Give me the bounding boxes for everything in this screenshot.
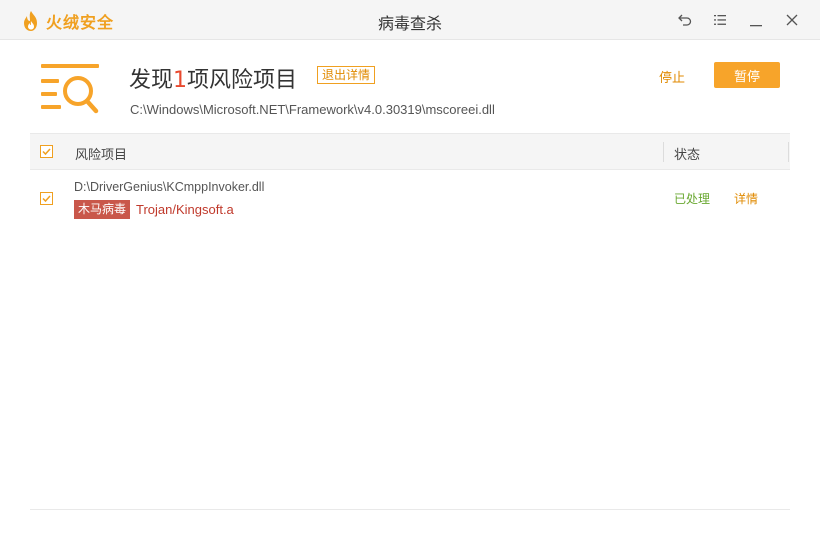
result-title-suffix: 项风险项目 <box>187 68 298 93</box>
select-all-checkbox[interactable] <box>40 145 53 158</box>
column-divider[interactable] <box>788 142 789 162</box>
table-header: 风险项目 状态 <box>30 133 790 170</box>
window-title: 病毒查杀 <box>377 14 442 33</box>
threat-type-badge: 木马病毒 <box>74 200 131 219</box>
row-detail-link[interactable]: 详情 <box>734 190 758 207</box>
checkmark-icon <box>42 195 51 203</box>
pause-button[interactable]: 暂停 <box>714 62 780 88</box>
menu-icon[interactable] <box>710 10 730 30</box>
stop-button[interactable]: 停止 <box>659 67 685 86</box>
result-title-prefix: 发现 <box>129 68 174 93</box>
column-divider[interactable] <box>663 142 664 162</box>
minimize-icon[interactable] <box>746 10 766 30</box>
current-scan-path: C:\Windows\Microsoft.NET\Framework\v4.0.… <box>130 102 495 117</box>
footer-divider <box>30 509 790 510</box>
exit-detail-button[interactable]: 退出详情 <box>317 66 376 84</box>
risk-file-path: D:\DriverGenius\KCmppInvoker.dll <box>74 180 265 194</box>
row-status: 已处理 <box>674 192 711 206</box>
row-checkbox[interactable] <box>40 192 53 205</box>
column-header-risk-item: 风险项目 <box>75 148 128 163</box>
threat-name: Trojan/Kingsoft.a <box>136 202 234 217</box>
close-icon[interactable] <box>782 10 802 30</box>
risk-count: 1 <box>173 68 188 93</box>
checkmark-icon <box>42 148 51 156</box>
undo-icon[interactable] <box>675 10 695 30</box>
title-bar: 火绒安全 病毒查杀 <box>0 0 820 40</box>
result-title: 发现1项风险项目 <box>129 62 297 94</box>
table-row[interactable]: D:\DriverGenius\KCmppInvoker.dll 木马病毒 Tr… <box>30 171 790 227</box>
column-header-status: 状态 <box>674 148 701 163</box>
scan-magnifier-icon <box>40 62 102 122</box>
